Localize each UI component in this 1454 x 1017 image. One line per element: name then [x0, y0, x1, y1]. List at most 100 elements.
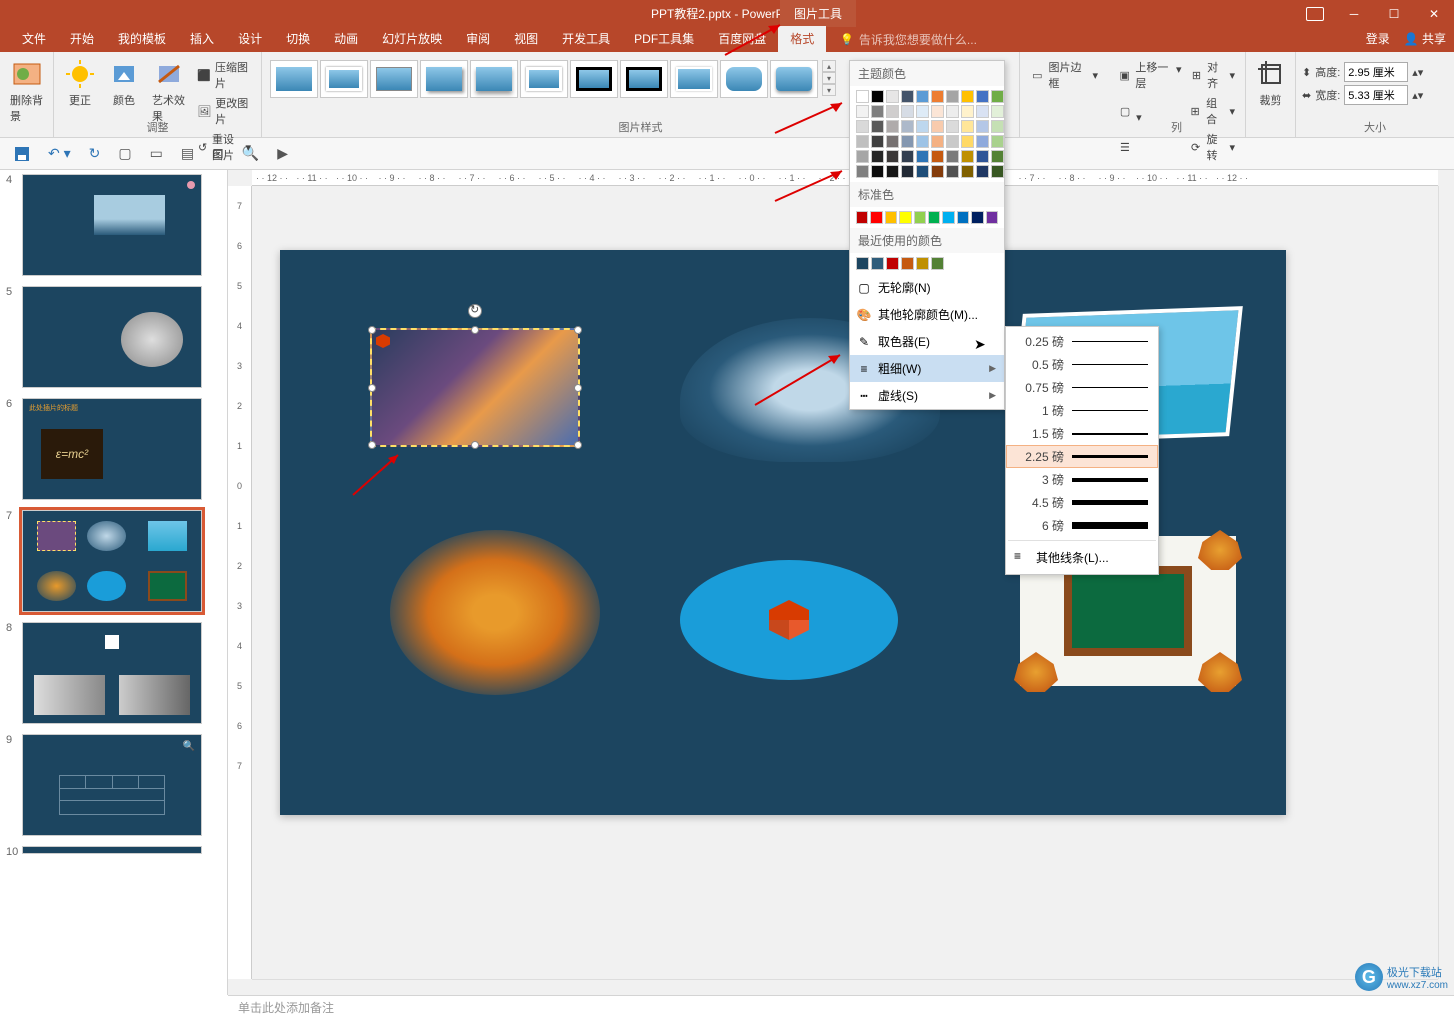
color-swatch[interactable]: [901, 135, 914, 148]
slide-thumb-10[interactable]: 10: [8, 846, 219, 854]
color-swatch[interactable]: [976, 150, 989, 163]
resize-handle[interactable]: [471, 326, 479, 334]
color-swatch[interactable]: [856, 211, 868, 224]
color-swatch[interactable]: [928, 211, 940, 224]
color-swatch[interactable]: [901, 165, 914, 178]
color-swatch[interactable]: [931, 105, 944, 118]
crop-button[interactable]: 裁剪: [1252, 56, 1289, 110]
color-swatch[interactable]: [856, 150, 869, 163]
vertical-scrollbar[interactable]: [1438, 186, 1454, 979]
image-maple-leaf[interactable]: [390, 530, 600, 695]
height-input[interactable]: [1344, 62, 1408, 82]
no-outline-item[interactable]: ▢无轮廓(N): [850, 274, 1004, 301]
horizontal-scrollbar[interactable]: [252, 979, 1438, 995]
color-swatch[interactable]: [946, 165, 959, 178]
style-thumb[interactable]: [720, 60, 768, 98]
slide-thumb-9[interactable]: 9🔍: [8, 734, 219, 836]
color-swatch[interactable]: [899, 211, 911, 224]
color-swatch[interactable]: [871, 257, 884, 270]
more-outline-colors-item[interactable]: 🎨其他轮廓颜色(M)...: [850, 301, 1004, 328]
maximize-button[interactable]: ☐: [1374, 0, 1414, 27]
slide-thumb-8[interactable]: 8: [8, 622, 219, 724]
color-swatch[interactable]: [931, 165, 944, 178]
color-swatch[interactable]: [871, 150, 884, 163]
image-office-logo-oval[interactable]: [680, 560, 898, 680]
color-swatch[interactable]: [870, 211, 882, 224]
color-swatch[interactable]: [931, 150, 944, 163]
qat-button[interactable]: ▶: [277, 145, 288, 162]
color-swatch[interactable]: [916, 150, 929, 163]
weight-option[interactable]: 1 磅: [1006, 399, 1158, 422]
color-swatch[interactable]: [885, 211, 897, 224]
artistic-effects-button[interactable]: 艺术效果: [148, 56, 189, 164]
tab-slideshow[interactable]: 幻灯片放映: [370, 26, 454, 52]
color-swatch[interactable]: [946, 135, 959, 148]
color-swatch[interactable]: [957, 211, 969, 224]
color-swatch[interactable]: [871, 135, 884, 148]
close-button[interactable]: ✕: [1414, 0, 1454, 27]
color-swatch[interactable]: [856, 120, 869, 133]
tab-my-templates[interactable]: 我的模板: [106, 26, 178, 52]
color-swatch[interactable]: [856, 165, 869, 178]
tab-pdf-tools[interactable]: PDF工具集: [622, 26, 706, 52]
color-swatch[interactable]: [871, 120, 884, 133]
weight-option[interactable]: 3 磅: [1006, 468, 1158, 491]
color-swatch[interactable]: [942, 211, 954, 224]
contextual-tab-picture-tools[interactable]: 图片工具: [780, 0, 856, 27]
color-swatch[interactable]: [916, 105, 929, 118]
tab-file[interactable]: 文件: [10, 26, 58, 52]
more-lines-item[interactable]: ≡其他线条(L)...: [1006, 544, 1158, 571]
color-swatch[interactable]: [871, 105, 884, 118]
weight-option[interactable]: 2.25 磅: [1006, 445, 1158, 468]
save-button[interactable]: [14, 146, 30, 162]
spinner[interactable]: ▴▾: [1412, 66, 1423, 79]
tab-home[interactable]: 开始: [58, 26, 106, 52]
color-swatch[interactable]: [886, 150, 899, 163]
tell-me-search[interactable]: 告诉我您想要做什么...: [840, 27, 977, 52]
weight-submenu-item[interactable]: ≡粗细(W)▶: [850, 355, 1004, 382]
weight-option[interactable]: 6 磅: [1006, 514, 1158, 537]
slide-editor[interactable]: · · 12 · ·· · 11 · ·· · 10 · ·· · 9 · ··…: [228, 170, 1454, 995]
color-swatch[interactable]: [976, 165, 989, 178]
color-swatch[interactable]: [856, 257, 869, 270]
color-swatch[interactable]: [946, 90, 959, 103]
color-swatch[interactable]: [946, 120, 959, 133]
color-swatch[interactable]: [886, 120, 899, 133]
resize-handle[interactable]: [368, 384, 376, 392]
color-swatch[interactable]: [916, 135, 929, 148]
color-swatch[interactable]: [986, 211, 998, 224]
color-swatch[interactable]: [931, 135, 944, 148]
ribbon-display-options-icon[interactable]: [1306, 7, 1324, 21]
color-swatch[interactable]: [886, 105, 899, 118]
color-swatch[interactable]: [976, 90, 989, 103]
color-swatch[interactable]: [961, 105, 974, 118]
color-swatch[interactable]: [971, 211, 983, 224]
color-swatch[interactable]: [991, 150, 1004, 163]
color-swatch[interactable]: [856, 135, 869, 148]
style-thumb[interactable]: [670, 60, 718, 98]
share-button[interactable]: 👤 共享: [1404, 30, 1446, 47]
color-swatch[interactable]: [871, 165, 884, 178]
color-swatch[interactable]: [961, 165, 974, 178]
slide-thumb-6[interactable]: 6此处插片的标题ε=mc²: [8, 398, 219, 500]
resize-handle[interactable]: [471, 441, 479, 449]
color-swatch[interactable]: [886, 90, 899, 103]
color-swatch[interactable]: [991, 105, 1004, 118]
color-swatch[interactable]: [946, 150, 959, 163]
weight-option[interactable]: 0.5 磅: [1006, 353, 1158, 376]
color-swatch[interactable]: [886, 257, 899, 270]
color-swatch[interactable]: [901, 90, 914, 103]
style-thumb[interactable]: [320, 60, 368, 98]
style-thumb[interactable]: [470, 60, 518, 98]
tab-developer[interactable]: 开发工具: [550, 26, 622, 52]
remove-background-button[interactable]: 删除背景: [6, 56, 47, 126]
weight-option[interactable]: 0.25 磅: [1006, 330, 1158, 353]
slide-thumb-7[interactable]: 7: [8, 510, 219, 612]
color-swatch[interactable]: [856, 90, 869, 103]
style-thumb[interactable]: [420, 60, 468, 98]
tab-design[interactable]: 设计: [226, 26, 274, 52]
login-button[interactable]: 登录: [1366, 30, 1390, 47]
tab-view[interactable]: 视图: [502, 26, 550, 52]
style-thumb[interactable]: [270, 60, 318, 98]
color-swatch[interactable]: [916, 165, 929, 178]
